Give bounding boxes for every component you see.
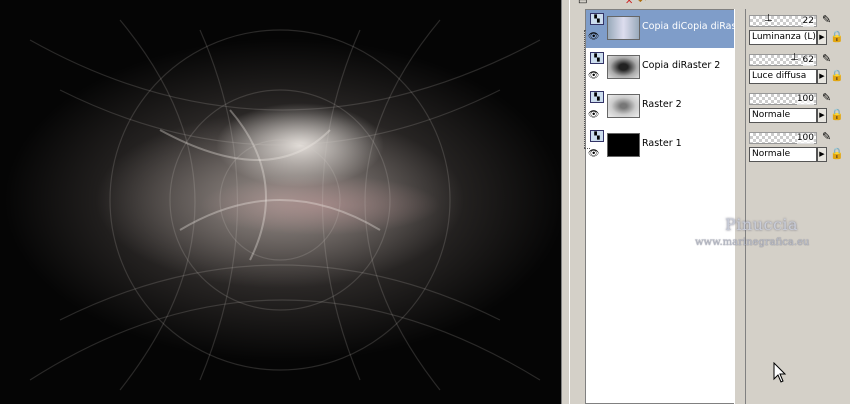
- layer-name: Raster 1: [642, 138, 682, 149]
- opacity-slider[interactable]: ⊥ 62: [749, 52, 817, 66]
- raster-layer-icon: ▚: [590, 52, 604, 64]
- brush-edit-icon[interactable]: ✎: [822, 14, 831, 26]
- layer-thumbnail: [607, 55, 640, 79]
- raster-layer-icon: ▚: [590, 130, 604, 142]
- layer-thumbnail: [607, 16, 640, 40]
- brush-edit-icon[interactable]: ✎: [822, 131, 831, 143]
- layer-properties: ⊥ 22 ✎ Luminanza (L) ▶ 🔒 ⊥ 62 ✎ Luce dif…: [746, 9, 850, 404]
- layer-row-raster-2[interactable]: ▚ 👁 Raster 2: [586, 88, 750, 126]
- layer-thumbnail: [607, 133, 640, 157]
- raster-layer-icon: ▚: [590, 13, 604, 25]
- fractal-artwork: [29, 19, 541, 391]
- new-layer-icon[interactable]: ▭: [578, 0, 587, 7]
- image-canvas[interactable]: [0, 0, 561, 404]
- layer-props-row: 100 ✎ Normale ▶ 🔒: [746, 130, 850, 168]
- eye-icon[interactable]: 👁: [588, 110, 604, 120]
- blend-dropdown-arrow-icon[interactable]: ▶: [817, 69, 827, 84]
- panel-splitter[interactable]: [734, 9, 746, 404]
- layer-row-raster-1[interactable]: ▚ 👁 Raster 1: [586, 127, 750, 165]
- delete-layer-icon[interactable]: ✕: [625, 0, 633, 7]
- brush-edit-icon[interactable]: ✎: [822, 53, 831, 65]
- blend-mode-select[interactable]: Luce diffusa: [749, 69, 817, 84]
- blend-dropdown-arrow-icon[interactable]: ▶: [817, 30, 827, 45]
- panel-toolbar: ▭ ✕ ↶: [570, 0, 850, 9]
- slider-thumb-icon[interactable]: ⊥: [790, 52, 799, 63]
- layer-props-row: ⊥ 62 ✎ Luce diffusa ▶ 🔒: [746, 52, 850, 90]
- layer-row-copia-dicopia[interactable]: ▚ 👁 Copia diCopia diRaster: [586, 10, 750, 48]
- opacity-value: 22: [802, 16, 814, 27]
- eye-icon[interactable]: 👁: [588, 149, 604, 159]
- layer-thumbnail: [607, 94, 640, 118]
- raster-layer-icon: ▚: [590, 91, 604, 103]
- opacity-value: 100: [796, 94, 814, 105]
- opacity-slider[interactable]: 100: [749, 93, 817, 105]
- blend-mode-select[interactable]: Luminanza (L): [749, 30, 817, 45]
- eye-icon[interactable]: 👁: [588, 32, 604, 42]
- brush-edit-icon[interactable]: ✎: [822, 92, 831, 104]
- watermark-title: Pinuccia: [725, 215, 799, 234]
- layer-name: Copia diRaster 2: [642, 60, 721, 71]
- layer-name: Raster 2: [642, 99, 682, 110]
- lock-icon[interactable]: 🔒: [830, 31, 844, 43]
- undo-icon[interactable]: ↶: [638, 0, 646, 7]
- layer-props-row: 100 ✎ Normale ▶ 🔒: [746, 91, 850, 129]
- opacity-slider[interactable]: ⊥ 22: [749, 13, 817, 27]
- lock-icon[interactable]: 🔒: [830, 148, 844, 160]
- opacity-slider[interactable]: 100: [749, 132, 817, 144]
- lock-icon[interactable]: 🔒: [830, 70, 844, 82]
- blend-dropdown-arrow-icon[interactable]: ▶: [817, 108, 827, 123]
- layer-row-copia-diraster-2[interactable]: ▚ 👁 Copia diRaster 2: [586, 49, 750, 87]
- blend-mode-select[interactable]: Normale: [749, 108, 817, 123]
- blend-mode-select[interactable]: Normale: [749, 147, 817, 162]
- mouse-cursor-icon: [773, 362, 787, 383]
- slider-thumb-icon[interactable]: ⊥: [764, 13, 773, 24]
- lock-icon[interactable]: 🔒: [830, 109, 844, 121]
- canvas-scrollbar[interactable]: [561, 0, 569, 404]
- layer-props-row: ⊥ 22 ✎ Luminanza (L) ▶ 🔒: [746, 13, 850, 51]
- blend-dropdown-arrow-icon[interactable]: ▶: [817, 147, 827, 162]
- opacity-value: 62: [802, 55, 814, 66]
- eye-icon[interactable]: 👁: [588, 71, 604, 81]
- opacity-value: 100: [796, 133, 814, 144]
- watermark-url: www.marinegrafica.eu: [695, 237, 810, 248]
